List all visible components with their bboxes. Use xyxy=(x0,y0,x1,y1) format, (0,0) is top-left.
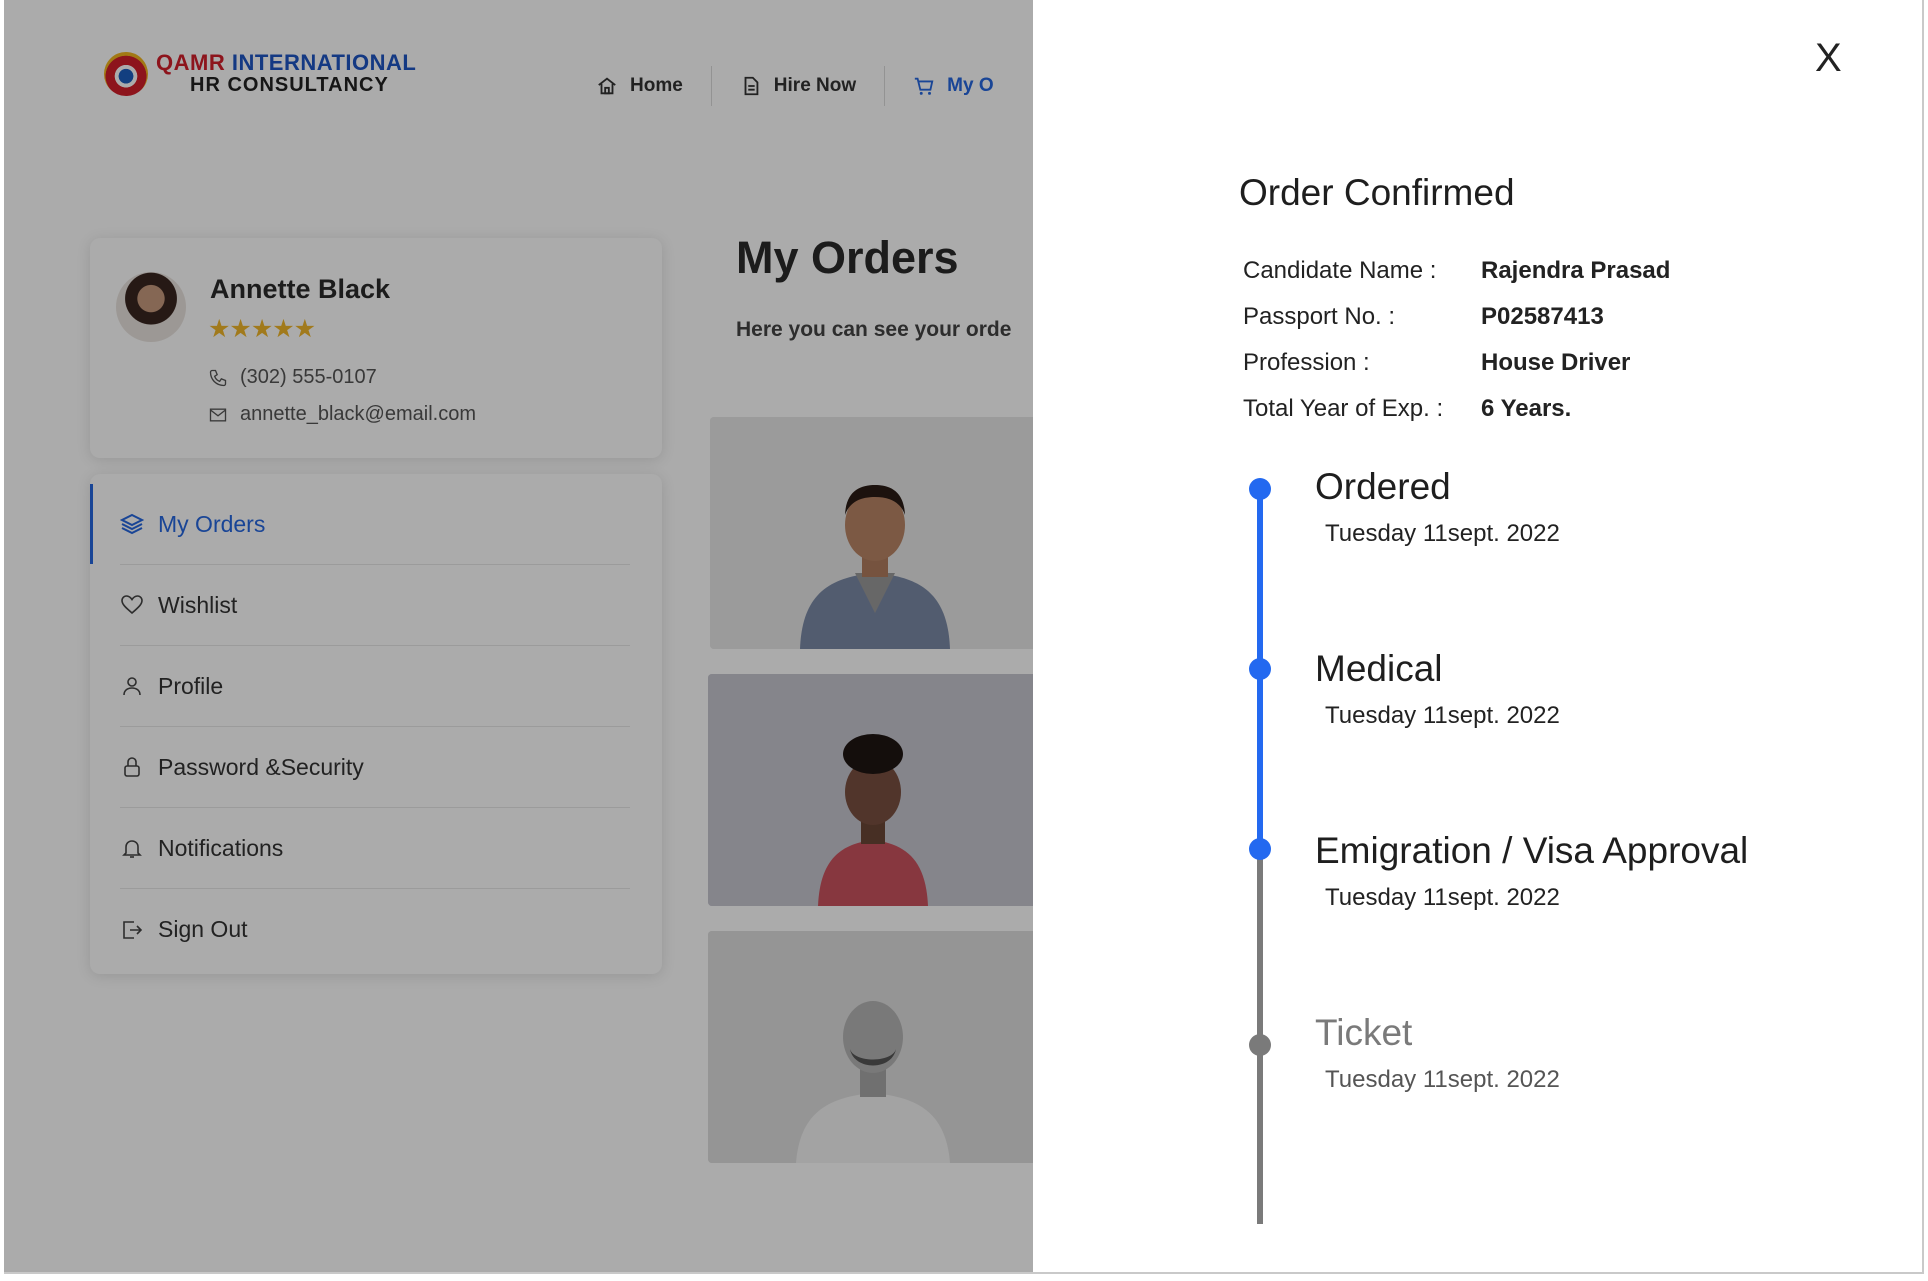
modal-backdrop[interactable] xyxy=(4,0,1033,1272)
step-ordered-title: Ordered xyxy=(1315,466,1451,507)
timeline-dot xyxy=(1249,478,1271,500)
timeline-dot xyxy=(1249,658,1271,680)
order-status-drawer: X Order Confirmed Candidate Name : Rajen… xyxy=(1033,0,1922,1272)
step-medical-title: Medical xyxy=(1315,648,1443,689)
step-medical-date: Tuesday 11sept. 2022 xyxy=(1325,702,1560,729)
timeline-dot xyxy=(1249,1034,1271,1056)
step-ticket-title: Ticket xyxy=(1315,1012,1413,1053)
step-visa-date: Tuesday 11sept. 2022 xyxy=(1325,884,1560,911)
order-timeline: Ordered Tuesday 11sept. 2022 Medical Tue… xyxy=(1033,0,1922,1272)
step-visa-title: Emigration / Visa Approval xyxy=(1315,830,1749,871)
step-ordered-date: Tuesday 11sept. 2022 xyxy=(1325,520,1560,547)
step-ticket-date: Tuesday 11sept. 2022 xyxy=(1325,1066,1560,1093)
timeline-dot xyxy=(1249,838,1271,860)
app-window: QAMR INTERNATIONAL HR CONSULTANCY Home H… xyxy=(4,0,1924,1274)
